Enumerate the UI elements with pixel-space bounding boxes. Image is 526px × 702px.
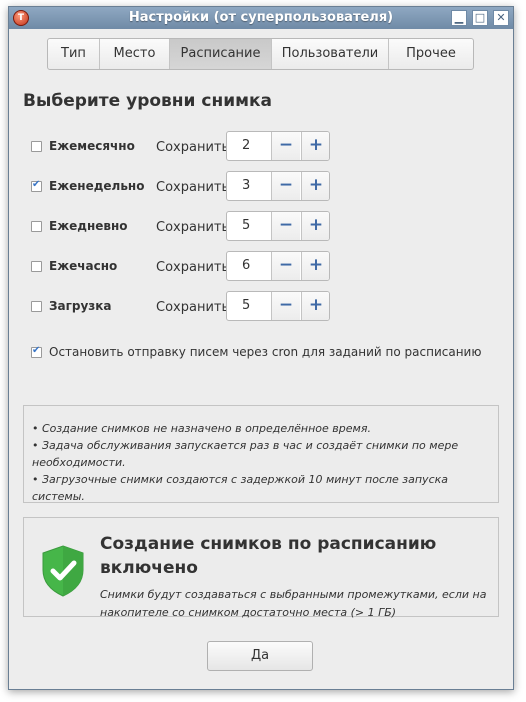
decrement-button[interactable]: − bbox=[271, 172, 300, 200]
keep-label: Сохранить bbox=[156, 300, 230, 315]
increment-button[interactable]: + bbox=[301, 212, 329, 240]
tab-type[interactable]: Тип bbox=[48, 39, 100, 69]
status-description: Снимки будут создаваться с выбранными пр… bbox=[100, 588, 487, 619]
cron-email-label: Остановить отправку писем через cron для… bbox=[49, 345, 482, 359]
level-row-boot: Загрузка Сохранить 5 − + bbox=[31, 291, 351, 323]
maximize-button[interactable]: □ bbox=[472, 10, 488, 26]
keep-label: Сохранить bbox=[156, 220, 230, 235]
increment-button[interactable]: + bbox=[301, 252, 329, 280]
tab-bar: Тип Место Расписание Пользователи Прочее bbox=[47, 38, 474, 70]
keep-label: Сохранить bbox=[156, 140, 230, 155]
monthly-label: Ежемесячно bbox=[49, 139, 135, 153]
hourly-checkbox[interactable] bbox=[31, 261, 42, 272]
tab-other[interactable]: Прочее bbox=[389, 39, 473, 69]
shield-check-icon bbox=[42, 545, 84, 597]
boot-checkbox[interactable] bbox=[31, 301, 42, 312]
keep-label: Сохранить bbox=[156, 180, 230, 195]
status-box: Создание снимков по расписанию включено … bbox=[23, 517, 499, 619]
window-title: Настройки (от суперпользователя) bbox=[128, 10, 394, 25]
tab-users[interactable]: Пользователи bbox=[272, 39, 389, 69]
monthly-checkbox[interactable] bbox=[31, 141, 42, 152]
section-heading: Выберите уровни снимка bbox=[23, 91, 273, 111]
daily-label: Ежедневно bbox=[49, 219, 128, 233]
decrement-button[interactable]: − bbox=[271, 212, 300, 240]
info-line: • Загрузочные снимки создаются с задержк… bbox=[32, 473, 449, 503]
hourly-label: Ежечасно bbox=[49, 259, 118, 273]
decrement-button[interactable]: − bbox=[271, 132, 300, 160]
level-row-monthly: Ежемесячно Сохранить 2 − + bbox=[31, 131, 351, 163]
cron-email-row: Остановить отправку писем через cron для… bbox=[31, 344, 501, 364]
daily-checkbox[interactable] bbox=[31, 221, 42, 232]
level-row-weekly: Еженедельно Сохранить 3 − + bbox=[31, 171, 351, 203]
boot-count-stepper: 5 − + bbox=[226, 291, 330, 321]
keep-label: Сохранить bbox=[156, 260, 230, 275]
weekly-label: Еженедельно bbox=[49, 179, 145, 193]
status-title: Создание снимков по расписанию включено bbox=[100, 534, 437, 578]
tab-location[interactable]: Место bbox=[100, 39, 170, 69]
increment-button[interactable]: + bbox=[301, 172, 329, 200]
ok-button[interactable]: Да bbox=[207, 641, 313, 671]
increment-button[interactable]: + bbox=[301, 132, 329, 160]
weekly-count-stepper: 3 − + bbox=[226, 171, 330, 201]
info-line: • Создание снимков не назначено в опреде… bbox=[32, 422, 371, 435]
title-bar[interactable]: T Настройки (от суперпользователя) ▁ □ ✕ bbox=[9, 7, 513, 29]
daily-count-stepper: 5 − + bbox=[226, 211, 330, 241]
weekly-checkbox[interactable] bbox=[31, 179, 42, 192]
hourly-count-stepper: 6 − + bbox=[226, 251, 330, 281]
increment-button[interactable]: + bbox=[301, 292, 329, 320]
monthly-count-stepper: 2 − + bbox=[226, 131, 330, 161]
tab-schedule[interactable]: Расписание bbox=[170, 39, 272, 69]
decrement-button[interactable]: − bbox=[271, 292, 300, 320]
level-row-hourly: Ежечасно Сохранить 6 − + bbox=[31, 251, 351, 283]
info-box: • Создание снимков не назначено в опреде… bbox=[23, 405, 499, 503]
settings-window: T Настройки (от суперпользователя) ▁ □ ✕… bbox=[8, 6, 514, 690]
close-button[interactable]: ✕ bbox=[493, 10, 509, 26]
info-line: • Задача обслуживания запускается раз в … bbox=[32, 439, 459, 469]
level-row-daily: Ежедневно Сохранить 5 − + bbox=[31, 211, 351, 243]
minimize-button[interactable]: ▁ bbox=[451, 10, 467, 26]
decrement-button[interactable]: − bbox=[271, 252, 300, 280]
boot-label: Загрузка bbox=[49, 299, 112, 313]
cron-email-checkbox[interactable] bbox=[31, 345, 42, 358]
